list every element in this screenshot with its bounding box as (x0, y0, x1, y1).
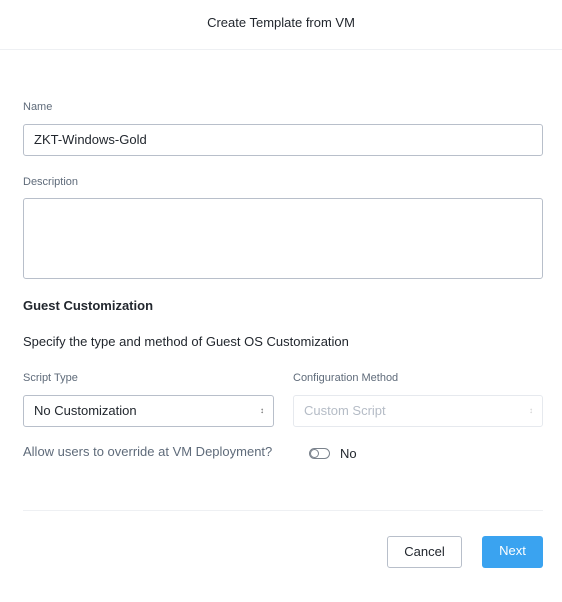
name-input[interactable]: ZKT-Windows-Gold (23, 124, 543, 156)
override-label: Allow users to override at VM Deployment… (23, 444, 273, 459)
toggle-knob (310, 449, 319, 458)
config-method-select[interactable]: Custom Script ↕ (293, 395, 543, 427)
section-description: Specify the type and method of Guest OS … (23, 334, 349, 349)
cancel-button[interactable]: Cancel (387, 536, 462, 568)
script-type-label: Script Type (23, 372, 78, 384)
description-textarea[interactable] (23, 198, 543, 279)
script-type-select[interactable]: No Customization ↕ (23, 395, 274, 427)
config-method-value: Custom Script (304, 403, 386, 418)
description-label: Description (23, 176, 79, 188)
script-type-value: No Customization (34, 403, 137, 418)
name-label: Name (23, 101, 53, 113)
next-button[interactable]: Next (482, 536, 543, 568)
footer-divider (23, 510, 543, 511)
select-arrows-icon: ↕ (260, 406, 264, 415)
override-state: No (340, 446, 357, 461)
select-arrows-icon: ↕ (529, 406, 533, 415)
dialog-title: Create Template from VM (0, 0, 562, 50)
section-title: Guest Customization (23, 298, 154, 313)
override-toggle[interactable] (309, 448, 330, 459)
config-method-label: Configuration Method (293, 372, 399, 384)
